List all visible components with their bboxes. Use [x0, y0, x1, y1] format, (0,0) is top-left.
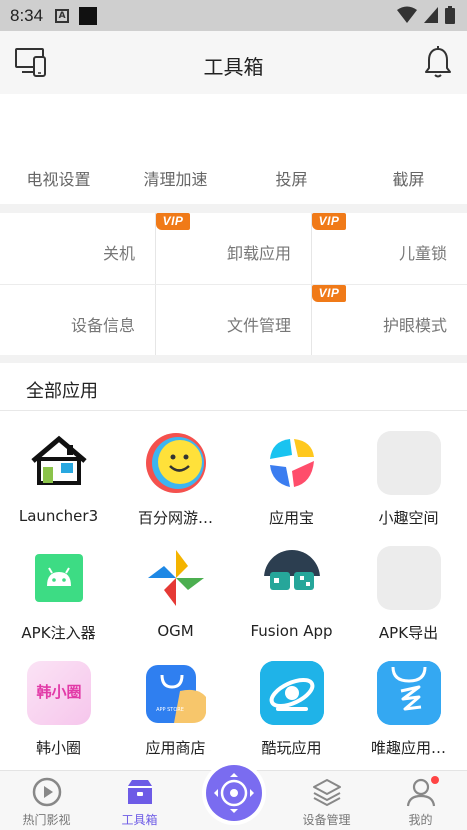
- tools-grid: 关机 卸载应用 儿童锁 设备信息 文件管理 护眼模式 VIP VIP VIP: [0, 213, 467, 355]
- vip-badge: VIP: [312, 285, 346, 302]
- app-store-icon: APP STORE: [144, 661, 208, 725]
- tv-settings-button[interactable]: 电视设置: [0, 166, 117, 190]
- app-weiqu[interactable]: 唯趣应用…: [350, 661, 467, 781]
- app-app-store[interactable]: APP STORE 应用商店: [117, 661, 234, 781]
- tool-device-info[interactable]: 设备信息: [0, 285, 155, 356]
- wifi-icon: [397, 6, 417, 23]
- icon-text: APP STORE: [156, 707, 184, 713]
- ogm-icon: [144, 546, 208, 610]
- notification-square-icon: [79, 6, 98, 25]
- tool-label: 关机: [102, 244, 135, 263]
- toolbox-page: 8:34 A 工具箱 电视设置 清理加速 投屏 截屏 关机 卸载应用 儿童锁 设…: [0, 0, 467, 830]
- app-hanxiaoquan[interactable]: 韩小圈 韩小圈: [0, 661, 117, 781]
- app-name: APK注入器: [21, 624, 96, 642]
- app-header: 工具箱: [0, 31, 467, 94]
- baifen-game-icon: [144, 431, 208, 495]
- dpad-icon: [214, 773, 254, 813]
- remote-control-button[interactable]: [206, 765, 262, 821]
- tool-label: 儿童锁: [398, 244, 447, 263]
- app-name: 韩小圈: [35, 739, 81, 757]
- app-kuwan[interactable]: 酷玩应用: [233, 661, 350, 781]
- app-name: 百分网游…: [137, 509, 213, 527]
- play-circle-icon: [32, 777, 62, 807]
- app-name: Launcher3: [18, 507, 99, 525]
- nav-toolbox[interactable]: 工具箱: [93, 771, 186, 830]
- weiqu-app-icon: [377, 661, 441, 725]
- signal-icon: [424, 7, 438, 23]
- launcher3-icon: [27, 431, 91, 495]
- tool-label: 设备信息: [70, 316, 135, 335]
- all-apps-section: 全部应用 Launcher3 百分网游… 应用宝 小趣空间 APK注入器 OGM…: [0, 363, 467, 770]
- app-apk-export[interactable]: APK导出: [350, 546, 467, 666]
- nav-label: 设备管理: [302, 813, 351, 827]
- app-name: 应用商店: [145, 739, 206, 757]
- toolbox-icon: [128, 780, 152, 804]
- app-xiaoqu-space[interactable]: 小趣空间: [350, 431, 467, 551]
- vip-badge: VIP: [312, 213, 346, 230]
- app-name: 应用宝: [268, 509, 314, 527]
- status-icons: [397, 6, 455, 24]
- app-apk-injector[interactable]: APK注入器: [0, 546, 117, 666]
- app-yingyongbao[interactable]: 应用宝: [233, 431, 350, 551]
- notification-dot: [431, 776, 439, 784]
- status-time: 8:34: [10, 5, 44, 25]
- app-name: 酷玩应用: [261, 739, 322, 757]
- section-title: 全部应用: [26, 381, 98, 402]
- bell-icon[interactable]: [425, 46, 451, 82]
- app-fusion[interactable]: Fusion App: [233, 546, 350, 666]
- app-name: Fusion App: [250, 622, 333, 640]
- nav-label: 热门影视: [22, 813, 71, 827]
- nav-device-management[interactable]: 设备管理: [280, 771, 373, 830]
- quick-tools-row: 电视设置 清理加速 投屏 截屏: [0, 94, 467, 204]
- tool-label: 护眼模式: [382, 316, 447, 335]
- page-title: 工具箱: [203, 55, 264, 79]
- status-bar: 8:34 A: [0, 0, 467, 31]
- screenshot-button[interactable]: 截屏: [350, 166, 467, 190]
- notification-a-icon: A: [55, 8, 70, 23]
- tool-label: 文件管理: [226, 316, 291, 335]
- app-name: OGM: [157, 622, 194, 640]
- battery-icon: [445, 6, 455, 24]
- app-name: 唯趣应用…: [370, 739, 446, 757]
- yingyongbao-icon: [260, 431, 324, 495]
- app-name: APK导出: [378, 624, 439, 642]
- apk-export-icon: [377, 546, 441, 610]
- icon-text: 韩小圈: [36, 683, 82, 701]
- nav-mine[interactable]: 我的: [374, 771, 467, 830]
- vip-badge: VIP: [156, 213, 190, 230]
- layers-icon: [313, 779, 341, 806]
- tool-file-manager[interactable]: 文件管理: [156, 285, 311, 356]
- app-ogm[interactable]: OGM: [117, 546, 234, 666]
- tool-shutdown[interactable]: 关机: [0, 213, 155, 284]
- kuwan-app-icon: [260, 661, 324, 725]
- app-name: 小趣空间: [378, 509, 439, 527]
- clean-speedup-button[interactable]: 清理加速: [117, 166, 234, 190]
- screen-cast-button[interactable]: 投屏: [233, 166, 350, 190]
- nav-label: 工具箱: [121, 813, 158, 827]
- xiaoqu-space-icon: [377, 431, 441, 495]
- hanxiaoquan-icon: 韩小圈: [27, 661, 91, 725]
- app-launcher3[interactable]: Launcher3: [0, 431, 117, 551]
- nav-popular-videos[interactable]: 热门影视: [0, 771, 93, 830]
- fusion-app-icon: [260, 546, 324, 610]
- apk-injector-icon: [27, 546, 91, 610]
- section-divider: [0, 410, 467, 411]
- app-baifen-game[interactable]: 百分网游…: [117, 431, 234, 551]
- nav-label: 我的: [408, 813, 433, 827]
- tool-label: 卸载应用: [226, 244, 291, 263]
